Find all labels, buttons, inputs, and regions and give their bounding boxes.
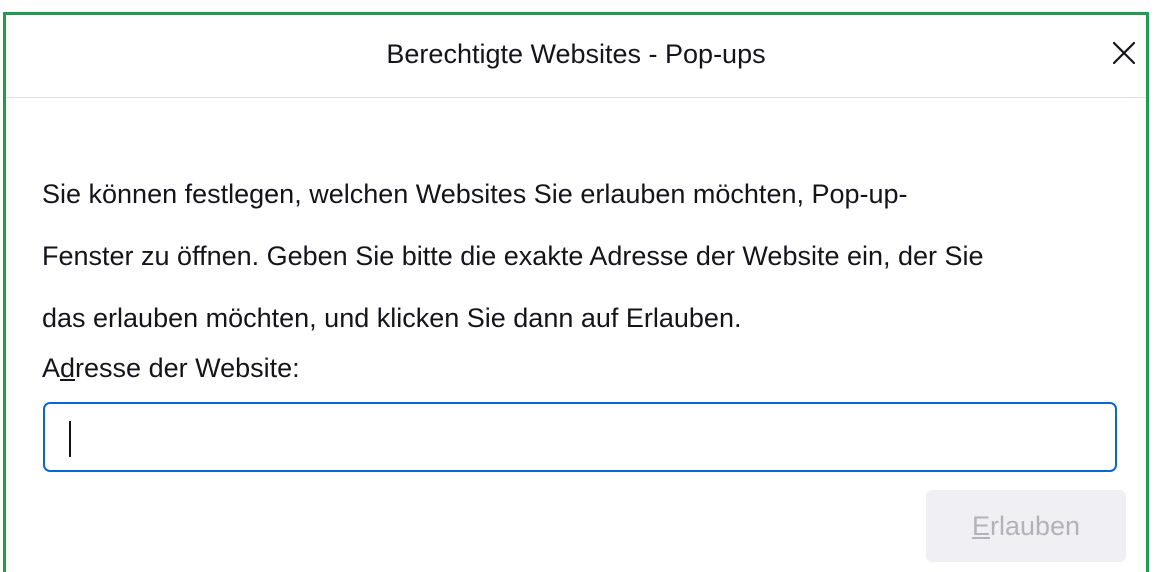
description-line: Fenster zu öffnen. Geben Sie bitte die e…: [42, 241, 984, 271]
close-button[interactable]: [1106, 35, 1142, 71]
dialog-description: Sie können festlegen, welchen Websites S…: [42, 163, 1132, 349]
description-line: Sie können festlegen, welchen Websites S…: [42, 179, 908, 209]
address-label: Adresse der Website:: [42, 353, 300, 384]
address-label-rest: resse der Website:: [75, 353, 300, 383]
allow-button-accesskey: E: [971, 511, 990, 541]
address-label-accesskey: d: [60, 353, 76, 383]
dialog-header: Berechtigte Websites - Pop-ups: [6, 15, 1146, 98]
dialog-title: Berechtigte Websites - Pop-ups: [386, 39, 766, 69]
allow-button-label: rlauben: [989, 511, 1081, 541]
close-icon: [1112, 41, 1136, 65]
permissions-dialog: Berechtigte Websites - Pop-ups Sie könne…: [3, 12, 1149, 572]
description-line: das erlauben möchten, und klicken Sie da…: [42, 303, 742, 333]
allow-button[interactable]: Erlauben: [926, 490, 1126, 562]
website-address-input[interactable]: [43, 402, 1117, 472]
text-caret: [69, 421, 71, 457]
address-label-prefix: A: [42, 353, 61, 383]
window-top-strip: [0, 0, 1154, 12]
